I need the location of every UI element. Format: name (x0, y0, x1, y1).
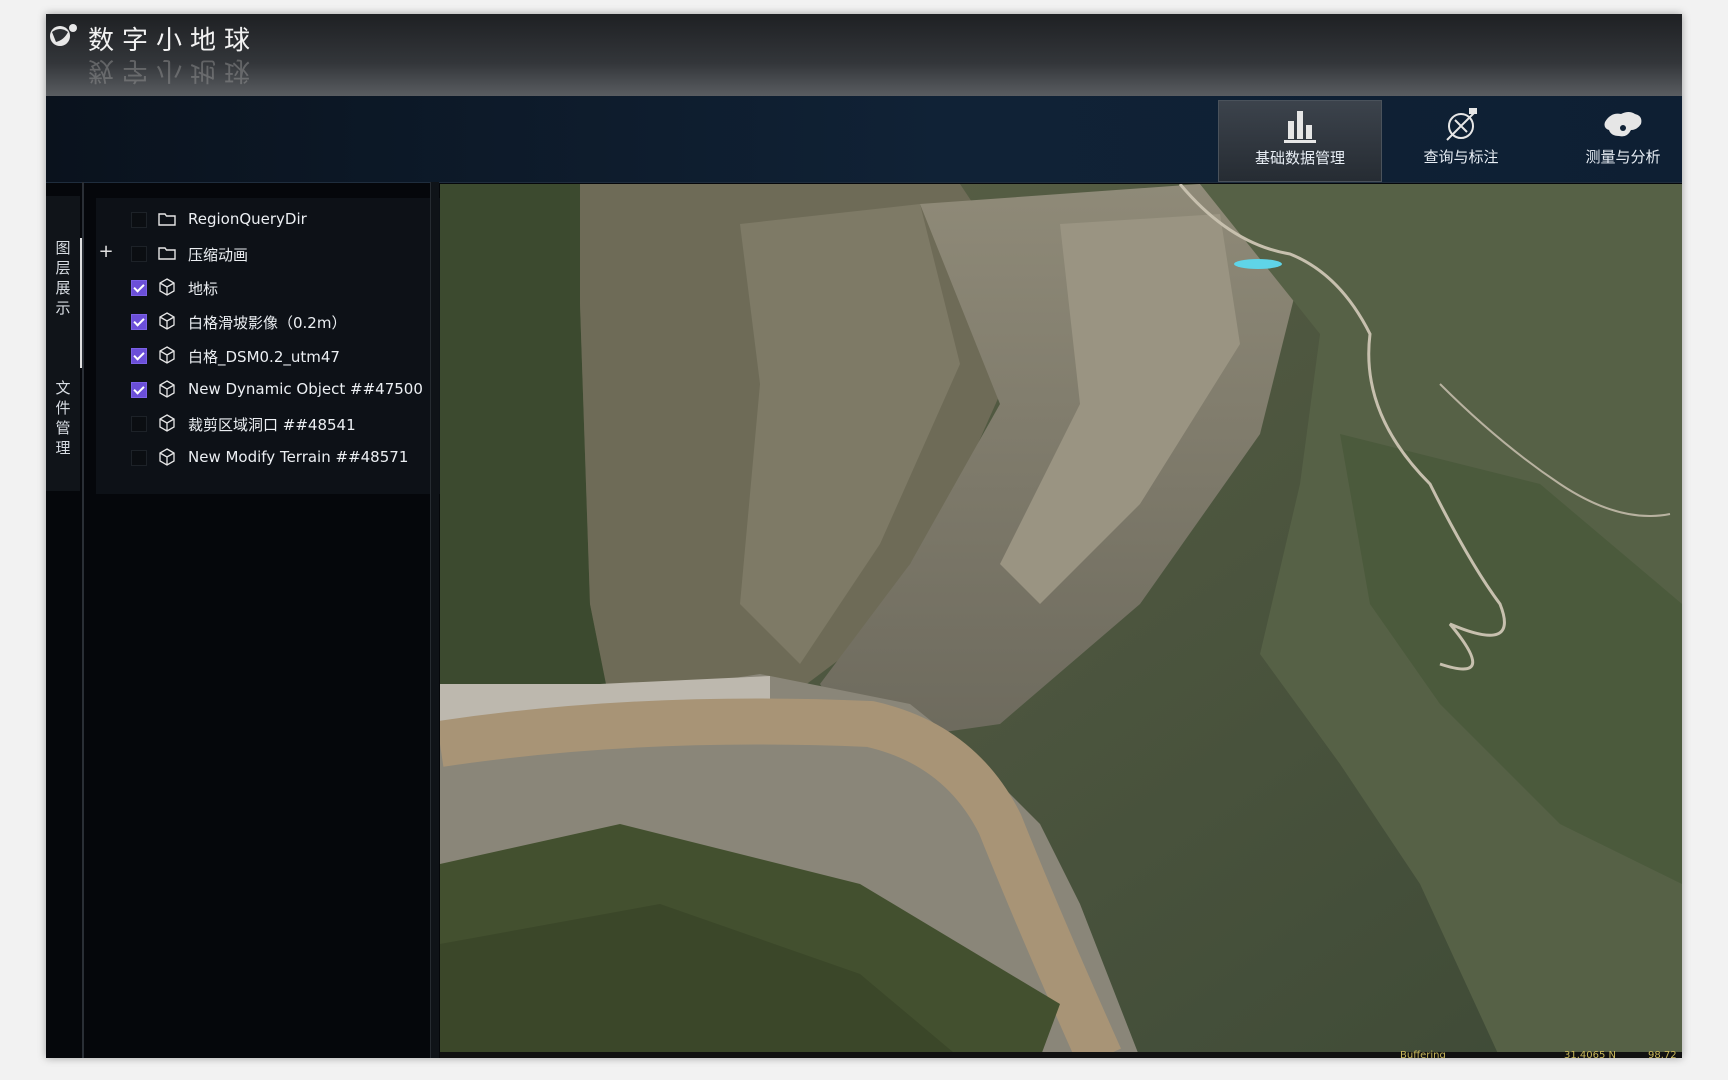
cube-icon (159, 346, 175, 364)
layer-label: 地标 (188, 280, 219, 298)
layer-label: 白格_DSM0.2_utm47 (188, 348, 340, 366)
layer-row[interactable]: 白格_DSM0.2_utm47 (96, 340, 442, 372)
status-bar (440, 1052, 1682, 1058)
panel-splitter[interactable] (430, 182, 439, 1058)
query-and-annotation-button[interactable]: 查询与标注 (1380, 100, 1542, 180)
folder-icon (158, 213, 176, 226)
basic-data-management-button[interactable]: 基础数据管理 (1218, 100, 1382, 182)
tab-label: 示 (55, 299, 71, 317)
cube-icon (159, 278, 175, 296)
tab-label: 文 (55, 379, 71, 397)
sidebar-divider (82, 182, 84, 1058)
layer-row[interactable]: New Modify Terrain ##48571 (96, 442, 442, 474)
satellite-compass-icon (1446, 108, 1477, 141)
toolbar-item-label: 基础数据管理 (1254, 149, 1345, 167)
measure-and-analysis-button[interactable]: 测量与分析 (1542, 100, 1682, 180)
toolbar-item-label: 测量与分析 (1585, 148, 1661, 166)
app-title-reflection: 数字小地球 (88, 55, 259, 85)
globe-logo-icon (50, 24, 77, 46)
layer-row[interactable]: 地标 (96, 272, 442, 304)
layer-tree-panel: RegionQueryDir + 压缩动画 地标 白格滑坡影像（0.2m） 白格… (96, 198, 442, 494)
layer-row[interactable]: New Dynamic Object ##47500 (96, 374, 442, 406)
layer-row[interactable]: 白格滑坡影像（0.2m） (96, 306, 442, 338)
tab-label: 展 (55, 279, 71, 297)
terrain-3d-viewport[interactable] (440, 184, 1682, 1058)
tab-label: 理 (55, 439, 71, 457)
layer-row[interactable]: 裁剪区域洞口 ##48541 (96, 408, 442, 440)
layer-checkbox[interactable] (131, 246, 147, 262)
layer-label: 压缩动画 (188, 246, 249, 264)
cube-icon (159, 448, 175, 466)
coordinates-readout-extra: 98.72 (1648, 1050, 1677, 1058)
layer-label: 裁剪区域洞口 ##48541 (188, 416, 356, 434)
layer-label: New Modify Terrain ##48571 (188, 448, 409, 466)
app-title: 数字小地球 (88, 26, 259, 56)
layer-label: New Dynamic Object ##47500 (188, 380, 423, 398)
app-window: 数字小地球 数字小地球 基础数据管理 查询与标注 测量与分析 图 层 展 示 文… (46, 14, 1682, 1058)
main-toolbar: 基础数据管理 查询与标注 测量与分析 (46, 96, 1682, 183)
tab-label: 管 (55, 419, 71, 437)
layer-checkbox[interactable] (131, 280, 147, 296)
tab-label: 件 (55, 399, 71, 417)
layer-checkbox[interactable] (131, 314, 147, 330)
title-bar: 数字小地球 数字小地球 (46, 14, 1682, 96)
expand-icon[interactable]: + (98, 241, 114, 263)
cube-icon (159, 380, 175, 398)
layer-checkbox[interactable] (131, 348, 147, 364)
toolbar-item-label: 查询与标注 (1423, 148, 1499, 166)
cube-icon (159, 414, 175, 432)
layer-row[interactable]: + 压缩动画 (96, 238, 442, 270)
side-tabs: 图 层 展 示 文 件 管 理 (46, 196, 83, 491)
layer-label: RegionQueryDir (188, 210, 307, 228)
layer-row[interactable]: RegionQueryDir (96, 204, 442, 236)
tab-layer-display[interactable]: 图 层 展 示 (46, 238, 83, 368)
layer-label: 白格滑坡影像（0.2m） (188, 314, 347, 332)
layer-checkbox[interactable] (131, 212, 147, 228)
coordinates-readout: 31.4065 N (1564, 1050, 1617, 1058)
tab-file-management[interactable]: 文 件 管 理 (46, 378, 80, 488)
china-map-icon (1604, 112, 1642, 137)
layer-checkbox[interactable] (131, 382, 147, 398)
terrain-render (440, 184, 1682, 1058)
buffering-status: Buffering (1400, 1050, 1446, 1058)
bar-chart-icon (1284, 111, 1316, 143)
layer-checkbox[interactable] (131, 416, 147, 432)
tab-label: 图 (55, 239, 71, 257)
tab-label: 层 (55, 259, 71, 277)
layer-checkbox[interactable] (131, 450, 147, 466)
folder-icon (158, 247, 176, 260)
cube-icon (159, 312, 175, 330)
